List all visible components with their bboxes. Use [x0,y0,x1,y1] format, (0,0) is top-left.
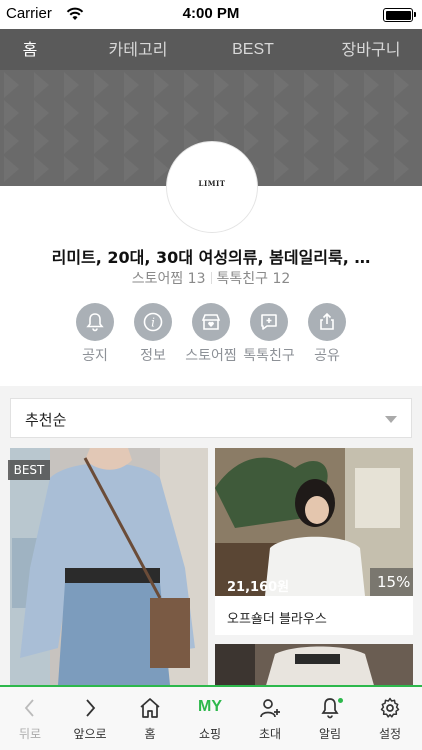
status-bar: Carrier 4:00 PM [0,0,422,29]
gear-icon [380,697,400,718]
chevron-left-icon [24,699,34,717]
tab-category[interactable]: 카테고리 [96,29,180,70]
notification-label: 알림 [318,727,342,741]
product-discount: 15% [377,573,411,591]
store-logo-text: LIMIT [198,179,226,188]
invite-button[interactable]: 초대 [240,687,300,750]
tab-best[interactable]: BEST [220,29,286,70]
store-title: 리미트, 20대, 30대 여성의류, 봄데일리룩, … [51,248,371,267]
home-button[interactable]: 홈 [120,687,180,750]
notification-button[interactable]: 알림 [300,687,360,750]
sort-selected-value: 추천순 [25,411,67,429]
back-button[interactable]: 뒤로 [0,687,60,750]
store-favorites-count[interactable]: 스토어찜 13 [132,271,206,287]
product-card[interactable]: 21,160원 15% 오프숄더 블라우스 [215,448,413,635]
bell-icon [76,303,114,341]
store-heart-icon [192,303,230,341]
sort-select[interactable]: 추천순 [10,398,412,438]
top-nav: 홈 카테고리 BEST 장바구니 [0,29,422,70]
my-shopping-icon: MY [198,698,222,715]
chevron-right-icon [86,699,96,717]
chat-plus-icon [250,303,288,341]
settings-label: 설정 [378,727,402,741]
settings-button[interactable]: 설정 [360,687,420,750]
forward-button[interactable]: 앞으로 [60,687,120,750]
tab-cart[interactable]: 장바구니 [326,29,416,70]
store-friends-count[interactable]: 톡톡친구 12 [217,271,291,287]
back-label: 뒤로 [18,727,42,741]
product-name: 오프숄더 블라우스 [227,612,327,627]
notification-dot [338,698,343,703]
home-label: 홈 [144,727,156,741]
product-image [10,448,208,685]
tab-home[interactable]: 홈 [0,29,60,70]
my-shopping-button[interactable]: MY 쇼핑 [180,687,240,750]
info-icon: i [134,303,172,341]
home-icon [140,698,160,718]
battery-icon [383,8,416,22]
product-card[interactable] [215,644,413,689]
product-image [215,644,413,689]
best-badge: BEST [8,460,50,480]
chevron-down-icon [385,416,397,423]
invite-label: 초대 [258,727,282,741]
share-label: 공유 [314,348,340,364]
status-time: 4:00 PM [182,5,240,22]
invite-user-icon [260,699,280,718]
store-stats: 스토어찜 13 톡톡친구 12 [0,268,422,288]
forward-label: 앞으로 [73,727,107,741]
share-button[interactable]: 공유 [297,303,357,364]
product-price: 21,160원 [227,580,290,595]
product-card[interactable] [10,448,208,685]
svg-text:i: i [151,316,155,330]
my-shopping-label: 쇼핑 [198,727,222,741]
share-icon [308,303,346,341]
